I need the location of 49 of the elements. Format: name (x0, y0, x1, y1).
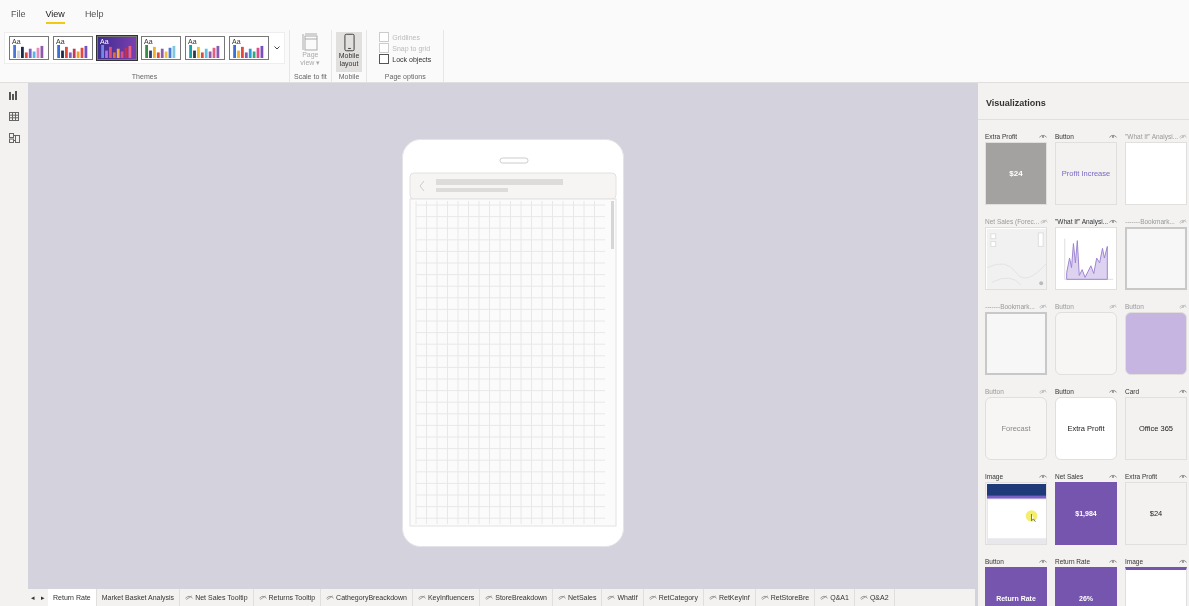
table-icon[interactable] (9, 112, 19, 121)
hidden-eye-icon (708, 595, 717, 600)
eye-icon[interactable] (1109, 218, 1118, 224)
bar-chart-icon (12, 45, 46, 58)
hidden-eye-icon (258, 595, 267, 600)
visual-thumbnail[interactable] (985, 312, 1047, 375)
hidden-eye-icon (607, 595, 616, 600)
hidden-eye-icon[interactable] (1179, 133, 1188, 139)
eye-icon[interactable] (1109, 558, 1117, 564)
caret-icon[interactable] (274, 46, 280, 50)
eye-icon[interactable] (1179, 558, 1187, 564)
eye-icon[interactable] (1109, 133, 1117, 139)
bar-chart-icon (232, 45, 266, 58)
hidden-eye-icon (417, 595, 426, 600)
bar-chart-icon (100, 45, 134, 58)
eye-icon[interactable] (1039, 473, 1047, 479)
hidden-eye-icon (326, 595, 335, 600)
eye-icon[interactable] (1039, 558, 1047, 564)
hidden-eye-icon (760, 595, 769, 600)
eye-icon[interactable] (1109, 388, 1117, 394)
bar-chart-icon (188, 45, 222, 58)
hidden-eye-icon (485, 595, 494, 600)
eye-icon[interactable] (1039, 133, 1047, 139)
hidden-eye-icon[interactable] (1109, 303, 1117, 309)
hidden-eye-icon[interactable] (1039, 388, 1047, 394)
phone-icon (343, 33, 355, 52)
hidden-eye-icon (185, 595, 194, 600)
eye-icon[interactable] (1179, 473, 1187, 479)
page-icon (302, 33, 319, 51)
bar-chart-icon (56, 45, 90, 58)
visual-thumbnail[interactable] (1125, 227, 1187, 290)
hidden-eye-icon[interactable] (1040, 218, 1049, 224)
menu-item[interactable]: File (11, 6, 26, 24)
model-icon[interactable] (8, 133, 20, 143)
thumbnail-text: $24 (1009, 169, 1023, 178)
eye-icon[interactable] (1179, 388, 1187, 394)
hidden-eye-icon (648, 595, 657, 600)
bar-chart-icon (144, 45, 178, 58)
report-icon[interactable] (9, 91, 19, 100)
hidden-eye-icon (859, 595, 868, 600)
panel-title: Visualizations (986, 98, 1046, 108)
eye-icon[interactable] (1109, 473, 1117, 479)
hidden-eye-icon[interactable] (1179, 218, 1187, 224)
hidden-eye-icon[interactable] (1179, 303, 1187, 309)
hidden-eye-icon (558, 595, 566, 600)
menu-item[interactable]: Help (84, 6, 104, 24)
hidden-eye-icon[interactable] (1039, 303, 1047, 309)
hidden-eye-icon (820, 595, 829, 600)
menu-item[interactable]: View (45, 6, 65, 24)
